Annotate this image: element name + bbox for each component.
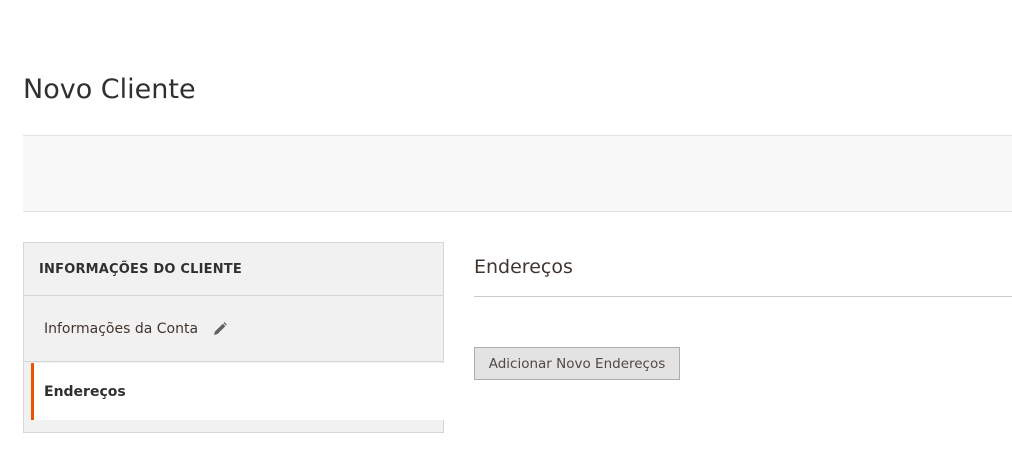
tab-addresses[interactable]: Endereços <box>31 363 444 420</box>
pencil-icon <box>212 321 228 337</box>
tabs-header: INFORMAÇÕES DO CLIENTE <box>24 243 443 296</box>
tab-account-information-label: Informações da Conta <box>44 320 199 337</box>
tab-addresses-label: Endereços <box>44 383 126 400</box>
page-actions-bar <box>23 135 1012 212</box>
addresses-section-title: Endereços <box>474 256 573 278</box>
add-new-address-button[interactable]: Adicionar Novo Endereços <box>474 347 680 380</box>
tab-account-information[interactable]: Informações da Conta <box>24 296 443 362</box>
customer-info-tabs: INFORMAÇÕES DO CLIENTE Informações da Co… <box>23 242 444 433</box>
page-title: Novo Cliente <box>23 74 196 105</box>
section-divider <box>474 296 1012 297</box>
